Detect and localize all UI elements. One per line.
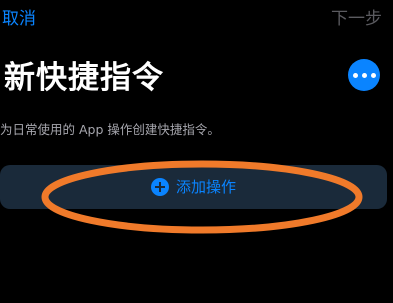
description-text: 为日常使用的 App 操作创建快捷指令。 bbox=[0, 122, 220, 137]
cancel-button[interactable]: 取消 bbox=[2, 8, 36, 30]
page-title: 新快捷指令 bbox=[4, 60, 164, 96]
add-action-label: 添加操作 bbox=[175, 178, 236, 196]
add-action-button[interactable]: 添加操作 bbox=[0, 165, 387, 209]
more-options-button[interactable] bbox=[348, 59, 380, 91]
next-button[interactable]: 下一步 bbox=[331, 8, 382, 30]
shortcut-editor-screen: 取消 下一步 新快捷指令 为日常使用的 App 操作创建快捷指令。 添加操作 bbox=[0, 0, 393, 303]
plus-circle-icon bbox=[150, 178, 169, 196]
highlight-annotation bbox=[41, 160, 363, 234]
ellipsis-icon bbox=[352, 72, 358, 78]
